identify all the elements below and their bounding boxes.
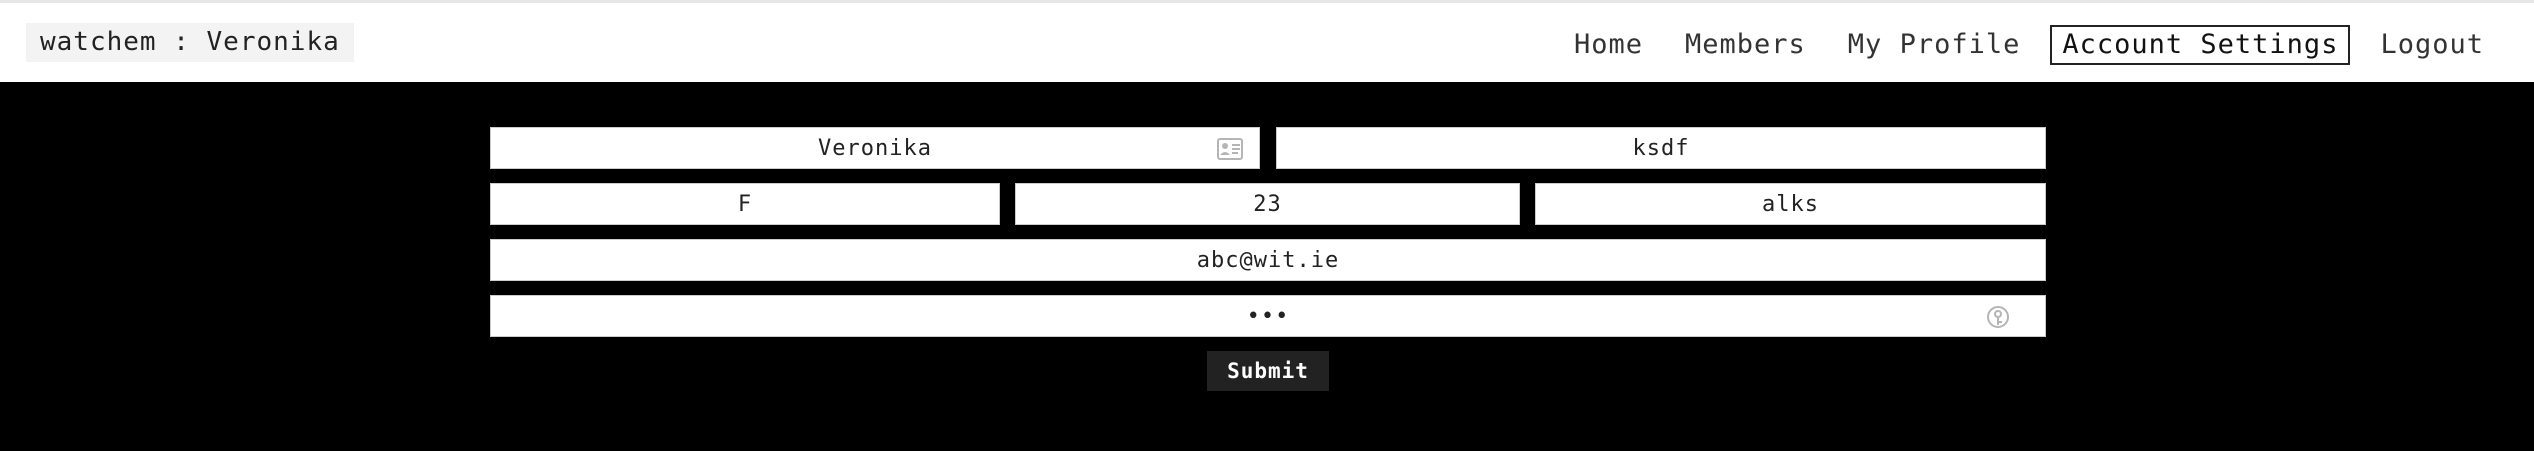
email-field-wrap (490, 239, 2046, 281)
first-name-input[interactable] (491, 128, 1259, 168)
last-name-field-wrap (1276, 127, 2046, 169)
gender-field-wrap (490, 183, 1000, 225)
last-name-input[interactable] (1277, 128, 2045, 168)
email-row (490, 239, 2046, 281)
submit-button[interactable]: Submit (1207, 351, 1329, 391)
password-row (490, 295, 2046, 337)
name-row (490, 127, 2046, 169)
first-name-field-wrap (490, 127, 1260, 169)
nav-account-settings-link[interactable]: Account Settings (2050, 25, 2351, 65)
details-row (490, 183, 2046, 225)
email-input[interactable] (491, 240, 2045, 280)
occupation-input[interactable] (1536, 184, 2045, 224)
password-input[interactable] (491, 296, 2045, 336)
nav-members-link[interactable]: Members (1673, 25, 1818, 65)
nav-home-link[interactable]: Home (1562, 25, 1655, 65)
nav-logout-link[interactable]: Logout (2368, 25, 2496, 65)
occupation-field-wrap (1535, 183, 2046, 225)
top-navbar: watchem : Veronika Home Members My Profi… (0, 0, 2534, 82)
password-key-icon[interactable] (1985, 304, 2011, 330)
password-field-wrap (490, 295, 2046, 337)
gender-input[interactable] (491, 184, 999, 224)
contact-card-icon[interactable] (1217, 138, 1243, 160)
age-input[interactable] (1016, 184, 1519, 224)
nav-my-profile-link[interactable]: My Profile (1836, 25, 2033, 65)
submit-row: Submit (490, 351, 2046, 391)
brand-title[interactable]: watchem : Veronika (26, 23, 354, 62)
account-settings-form: Submit (490, 127, 2046, 391)
age-field-wrap (1015, 183, 1520, 225)
main-nav: Home Members My Profile Account Settings… (1562, 25, 2496, 65)
